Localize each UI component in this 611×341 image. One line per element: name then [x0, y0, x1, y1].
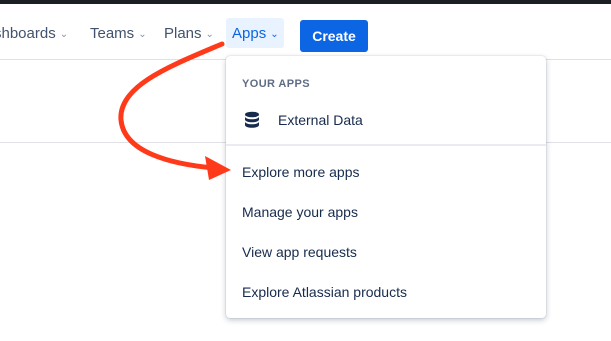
chevron-down-icon: ⌄ — [138, 28, 147, 40]
nav-apps[interactable]: Apps ⌄ — [226, 18, 284, 48]
chevron-down-icon: ⌄ — [270, 28, 279, 40]
your-apps-heading: YOUR APPS — [242, 78, 310, 90]
nav-dashboards[interactable]: shboards ⌄ — [0, 18, 68, 48]
menu-separator — [226, 144, 546, 146]
nav-teams-label: Teams — [90, 24, 135, 42]
nav-dashboards-label: shboards — [0, 24, 56, 42]
nav-teams[interactable]: Teams ⌄ — [90, 18, 147, 48]
chevron-down-icon: ⌄ — [59, 28, 69, 40]
nav-apps-label: Apps — [232, 24, 267, 42]
app-item-external-data[interactable]: External Data — [226, 100, 546, 140]
menu-item-explore-atlassian-products[interactable]: Explore Atlassian products — [226, 272, 546, 312]
menu-item-explore-more-apps[interactable]: Explore more apps — [226, 152, 546, 192]
app-item-label: External Data — [278, 112, 363, 128]
menu-item-manage-your-apps[interactable]: Manage your apps — [226, 192, 546, 232]
chevron-down-icon: ⌄ — [205, 28, 214, 40]
top-navigation: shboards ⌄ Teams ⌄ Plans ⌄ Apps ⌄ Create — [0, 4, 611, 60]
apps-dropdown-menu: YOUR APPS External Data Explore more app… — [226, 56, 546, 318]
create-button[interactable]: Create — [300, 20, 368, 52]
database-icon — [245, 111, 259, 128]
menu-item-view-app-requests[interactable]: View app requests — [226, 232, 546, 272]
nav-plans-label: Plans — [164, 24, 202, 42]
nav-plans[interactable]: Plans ⌄ — [164, 18, 214, 48]
